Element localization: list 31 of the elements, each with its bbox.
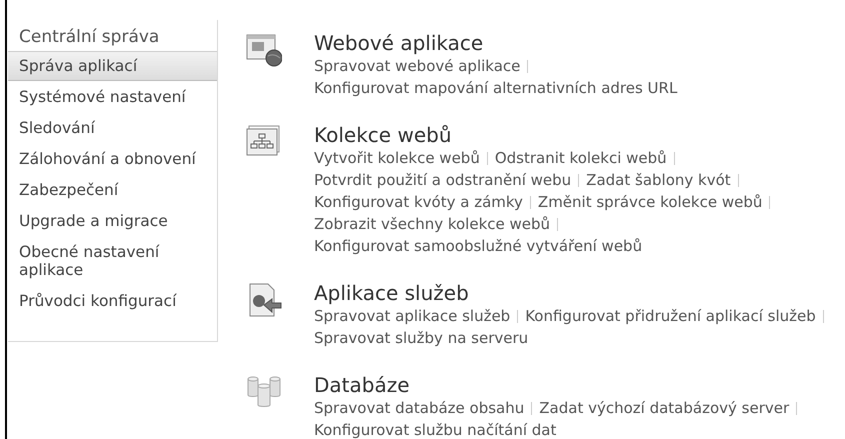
link[interactable]: Potvrdit použití a odstranění webu (314, 169, 572, 191)
link[interactable]: Konfigurovat službu načítání dat (314, 419, 556, 439)
section-title: Databáze (314, 373, 411, 397)
sidebar-item[interactable]: Zabezpečení (8, 175, 217, 205)
link[interactable]: Konfigurovat přidružení aplikací služeb (525, 305, 816, 327)
link[interactable]: Konfigurovat mapování alternativních adres URL (314, 77, 678, 99)
link[interactable]: Odstranit kolekci webů (494, 147, 667, 169)
browser-globe-icon (246, 33, 282, 67)
section-title: Webové aplikace (314, 31, 484, 55)
link[interactable]: Vytvořit kolekce webů (314, 147, 480, 169)
sidebar-item[interactable]: Průvodci konfigurací (8, 286, 217, 316)
link[interactable]: Zadat výchozí databázový server (539, 397, 790, 419)
link[interactable]: Spravovat databáze obsahu (314, 397, 524, 419)
sidebar-item[interactable]: Obecné nastavení aplikace (8, 237, 217, 285)
link[interactable]: Spravovat aplikace služeb (314, 305, 510, 327)
sidebar-item[interactable]: Sledování (8, 113, 217, 143)
sidebar-heading[interactable]: Centrální správa (8, 26, 217, 51)
link[interactable]: Zadat šablony kvót (586, 169, 731, 191)
database-icon (246, 375, 282, 409)
link[interactable]: Konfigurovat samoobslužné vytváření webů (314, 235, 642, 257)
sidebar-item[interactable]: Zálohování a obnovení (8, 144, 217, 174)
section-title: Kolekce webů (314, 123, 452, 147)
sidebar-item[interactable]: Systémové nastavení (8, 82, 217, 112)
sidebar-item[interactable]: Správa aplikací (8, 51, 217, 81)
link[interactable]: Konfigurovat kvóty a zámky (314, 191, 523, 213)
link[interactable]: Změnit správce kolekce webů (538, 191, 762, 213)
link[interactable]: Zobrazit všechny kolekce webů (314, 213, 550, 235)
section-title: Aplikace služeb (314, 281, 470, 305)
link[interactable]: Spravovat služby na serveru (314, 327, 528, 349)
link[interactable]: Spravovat webové aplikace (314, 55, 520, 77)
sidebar-item[interactable]: Upgrade a migrace (8, 206, 217, 236)
